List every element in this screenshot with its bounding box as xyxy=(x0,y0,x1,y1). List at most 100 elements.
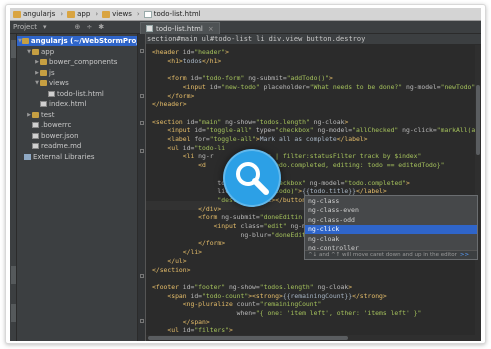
breadcrumb-separator: › xyxy=(60,10,64,18)
scroll-thumb[interactable] xyxy=(148,336,348,340)
close-icon[interactable]: × xyxy=(208,25,214,33)
code-token: todos | filter:statusFilter track by $in… xyxy=(252,152,422,161)
code-token: todos xyxy=(182,56,203,65)
code-token: ng-blur= xyxy=(240,230,272,239)
code-line: <ul id="todo-li xyxy=(152,144,225,153)
code-token: ng-submit= xyxy=(244,74,287,83)
breadcrumb-item[interactable]: views xyxy=(102,10,132,18)
horizontal-scrollbar[interactable] xyxy=(146,335,475,341)
code-token: Mark all as complete xyxy=(259,135,337,143)
tag-path-item[interactable]: ul#todo-list xyxy=(202,35,253,43)
gear-icon[interactable]: ✱ xyxy=(98,23,104,31)
tag-path-item[interactable]: section#main xyxy=(147,35,198,43)
tree-item[interactable]: External Libraries xyxy=(17,152,137,162)
tree-item[interactable]: index.html xyxy=(17,99,137,109)
code-token: </li> xyxy=(182,248,203,257)
breadcrumb-item[interactable]: app xyxy=(67,10,90,18)
fold-marker-icon[interactable] xyxy=(140,94,144,98)
code-editor[interactable]: <header id="header"> <h1>todos</h1> <for… xyxy=(146,45,481,341)
code-token: "remainingCount" xyxy=(259,300,322,309)
fold-marker-icon[interactable] xyxy=(140,49,144,53)
tree-item[interactable]: ▶ js xyxy=(17,68,137,78)
collapse-icon[interactable]: ÷ xyxy=(86,23,92,31)
autocomplete-item[interactable]: ng-class-even xyxy=(305,206,477,216)
code-token: id= xyxy=(182,282,195,291)
code-token: > xyxy=(228,326,233,335)
tree-item[interactable]: ▼angularjs (~/WebStormProjects/angularjs… xyxy=(17,36,137,46)
autocomplete-item[interactable]: ng-class-odd xyxy=(305,215,477,225)
tree-item[interactable]: ▼ app xyxy=(17,47,137,57)
project-view-label[interactable]: Project xyxy=(13,23,37,31)
code-line: <header id="header"> xyxy=(152,48,229,57)
code-token: <input xyxy=(213,222,241,230)
magnifier-icon xyxy=(223,149,281,207)
tree-item[interactable]: .bowerrc xyxy=(17,120,137,130)
code-token: "doneEdit xyxy=(271,230,306,239)
folder-icon xyxy=(13,10,21,18)
tree-item-label: index.html xyxy=(49,100,87,108)
code-token: > xyxy=(348,282,353,291)
tree-item[interactable]: bower.json xyxy=(17,131,137,141)
tree-item[interactable]: ▶ bower_components xyxy=(17,57,137,67)
tree-item[interactable]: ▶ test xyxy=(17,110,137,120)
code-line: <h1>todos</h1> xyxy=(152,57,221,66)
project-tree: ▼angularjs (~/WebStormProjects/angularjs… xyxy=(17,34,138,341)
code-line: <input id="new-todo" placeholder="What n… xyxy=(152,83,481,92)
code-token: ng-r xyxy=(198,152,214,161)
code-token: "checkbox" xyxy=(275,126,314,135)
hint-text: ^↓ and ^↑ will move caret down and up in… xyxy=(308,252,457,258)
code-token: </h1> xyxy=(202,56,222,65)
sync-icon[interactable]: ⊕ xyxy=(74,23,80,31)
tag-path-item[interactable]: button.destroy xyxy=(306,35,365,43)
tree-item[interactable]: readme.md xyxy=(17,141,137,151)
chevron-down-icon[interactable]: ▾ xyxy=(43,23,47,31)
code-token: {{remainingCount}} xyxy=(282,291,353,300)
tree-item-label: bower.json xyxy=(41,131,79,140)
tree-item[interactable]: todo-list.html xyxy=(17,89,137,99)
autocomplete-item[interactable]: ng-cloak xyxy=(305,234,477,244)
html-file-icon xyxy=(143,10,152,18)
tree-item[interactable]: ▼ views xyxy=(17,78,137,88)
project-toolbar[interactable]: Project ▾ ⊕ ÷ ✱ xyxy=(10,21,138,34)
breadcrumb-item[interactable]: todo-list.html xyxy=(143,10,201,18)
hint-link[interactable]: >> xyxy=(460,252,469,258)
code-token: "edit" xyxy=(263,222,287,230)
code-line: </li> xyxy=(152,248,202,257)
code-token: > xyxy=(405,178,410,187)
project-tool-button[interactable] xyxy=(11,40,16,58)
favorites-tool-button[interactable] xyxy=(11,304,16,322)
code-line: when="{ one: 'item left', other: 'items … xyxy=(152,309,422,318)
code-token: </header> xyxy=(152,100,187,109)
fold-marker-icon[interactable] xyxy=(140,274,144,278)
code-token: "main" xyxy=(198,117,222,126)
code-token: id= xyxy=(186,117,199,126)
fold-marker-icon[interactable] xyxy=(140,121,144,125)
code-token: "What needs to be done?" xyxy=(309,82,403,91)
code-token: ng-click= xyxy=(398,126,437,135)
code-line: </span> xyxy=(152,318,210,327)
tag-path-item[interactable]: li xyxy=(256,35,264,43)
code-token: <section xyxy=(152,117,187,126)
code-token: when= xyxy=(236,309,256,317)
code-token: id= xyxy=(190,74,203,83)
breadcrumb-item[interactable]: angularjs xyxy=(13,10,55,18)
breadcrumb-label: todo-list.html xyxy=(153,10,201,18)
tag-path-item[interactable]: div.view xyxy=(269,35,303,43)
scroll-thumb[interactable] xyxy=(476,85,480,155)
autocomplete-item[interactable]: ng-class xyxy=(305,196,477,206)
autocomplete-item[interactable]: ng-click xyxy=(305,224,477,234)
tab-todo-list[interactable]: todo-list.html × xyxy=(140,22,220,34)
code-token: ><strong> xyxy=(248,291,283,300)
structure-tool-button[interactable] xyxy=(11,266,16,284)
fold-marker-icon[interactable] xyxy=(140,319,144,323)
folder-icon xyxy=(40,69,47,76)
fold-marker-icon[interactable] xyxy=(140,149,144,153)
code-token: "todo-li xyxy=(194,143,226,152)
ide-window: angularjs › app › views › todo-list.html Proje… xyxy=(10,8,481,341)
code-token: ng-cloak xyxy=(313,282,349,291)
vertical-scrollbar[interactable] xyxy=(475,45,481,341)
code-token: </span> xyxy=(182,317,210,326)
